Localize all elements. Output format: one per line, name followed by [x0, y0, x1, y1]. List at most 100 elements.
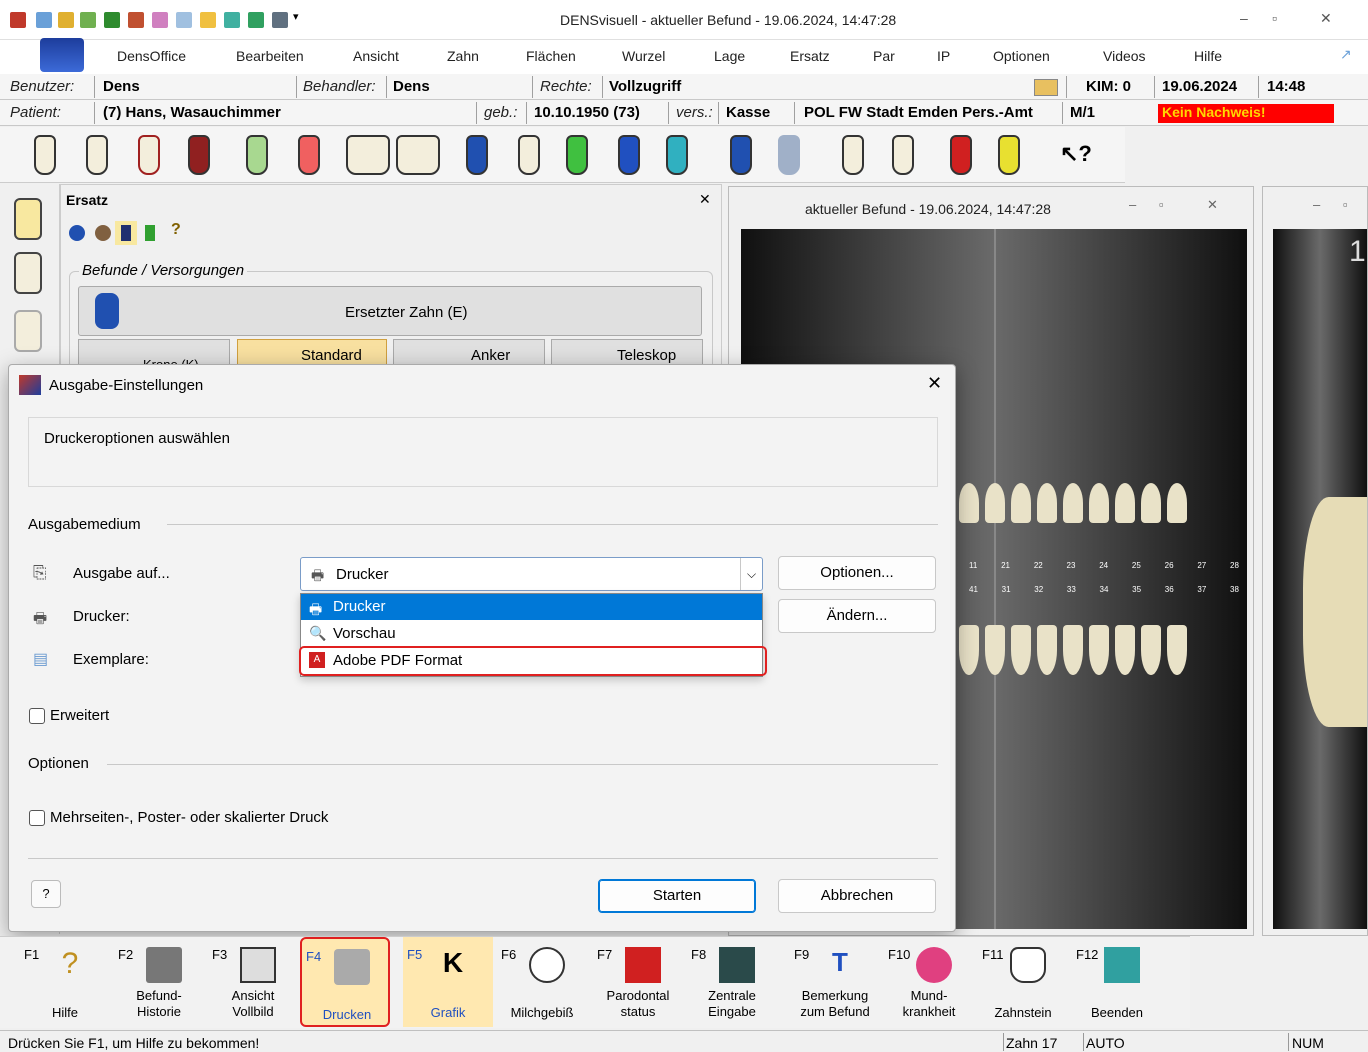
tooth-post-icon[interactable]: [892, 135, 914, 175]
tooth-icon[interactable]: [34, 135, 56, 175]
card-reader-icon[interactable]: [36, 12, 52, 28]
brown-icon[interactable]: [95, 225, 111, 241]
report-icon[interactable]: [272, 12, 288, 28]
menu-bearbeiten[interactable]: Bearbeiten: [236, 48, 304, 64]
status-auto: AUTO: [1086, 1035, 1125, 1051]
menu-zahn[interactable]: Zahn: [447, 48, 479, 64]
patient-value[interactable]: (7) Hans, Wasauchimmer: [103, 104, 281, 121]
tooth-t-icon[interactable]: [842, 135, 864, 175]
abbrechen-button[interactable]: Abbrechen: [778, 879, 936, 913]
folder-icon[interactable]: [200, 12, 216, 28]
doc2-minimize-icon[interactable]: –: [1313, 197, 1320, 212]
menu-flaechen[interactable]: Flächen: [526, 48, 576, 64]
tooth-z-icon[interactable]: [188, 135, 210, 175]
f6-milk-teeth-button[interactable]: F6 Milchgebiß: [497, 937, 587, 1027]
menu-hilfe[interactable]: Hilfe: [1194, 48, 1222, 64]
menu-wurzel[interactable]: Wurzel: [622, 48, 665, 64]
chevron-down-icon[interactable]: ⌵: [740, 558, 762, 590]
f5-graphic-button[interactable]: F5 K Grafik: [403, 937, 493, 1027]
erweitert-checkbox[interactable]: [29, 708, 45, 724]
exemplare-label: Exemplare:: [73, 651, 149, 668]
quick-access-dropdown-icon[interactable]: ▾: [293, 10, 299, 23]
menu-optionen[interactable]: Optionen: [993, 48, 1050, 64]
aendern-button[interactable]: Ändern...: [778, 599, 936, 633]
close-icon[interactable]: ✕: [1320, 10, 1332, 27]
f10-mouth-disease-button[interactable]: F10 Mund- krankheit: [884, 937, 974, 1027]
ausgabe-selected-value: Drucker: [336, 566, 389, 583]
select-printer-icon: 🖶: [311, 567, 325, 583]
doc2-maximize-icon[interactable]: ▫: [1343, 197, 1348, 212]
tooth-c-icon[interactable]: [138, 135, 160, 175]
mail-icon[interactable]: [1034, 79, 1058, 96]
implant-icon[interactable]: [666, 135, 688, 175]
tooth-f-icon[interactable]: [86, 135, 108, 175]
starten-button[interactable]: Starten: [598, 879, 756, 913]
f4-print-button[interactable]: F4 Drucken: [300, 937, 390, 1027]
gray-tooth-icon[interactable]: [778, 135, 800, 175]
pen-icon[interactable]: [58, 12, 74, 28]
tooth-crown-icon[interactable]: [566, 135, 588, 175]
blue-crown-icon[interactable]: [69, 225, 85, 241]
optionen-button[interactable]: Optionen...: [778, 556, 936, 590]
menu-densoffice[interactable]: DensOffice: [117, 48, 186, 64]
bridge-right-icon[interactable]: [396, 135, 440, 175]
doc-minimize-icon[interactable]: –: [1129, 197, 1136, 212]
pin-icon[interactable]: ↗: [1340, 46, 1352, 63]
tooth-plus-icon[interactable]: [246, 135, 268, 175]
tooth-b-icon[interactable]: [730, 135, 752, 175]
calendar-icon[interactable]: [104, 12, 120, 28]
menu-ansicht[interactable]: Ansicht: [353, 48, 399, 64]
tooth-2-icon[interactable]: [14, 252, 42, 294]
menu-lage[interactable]: Lage: [714, 48, 745, 64]
edit-icon[interactable]: [80, 12, 96, 28]
tooth-e-icon[interactable]: [466, 135, 488, 175]
yellow-tooth-icon[interactable]: [998, 135, 1020, 175]
minimize-icon[interactable]: –: [1240, 10, 1248, 26]
current-time: 14:48: [1267, 78, 1306, 95]
mehrseiten-checkbox[interactable]: [29, 810, 45, 826]
maximize-icon[interactable]: ▫: [1272, 10, 1277, 26]
f12-exit-button[interactable]: F12 Beenden: [1072, 937, 1162, 1027]
kim-counter[interactable]: KIM: 0: [1086, 78, 1131, 95]
f3-fullscreen-button[interactable]: F3 Ansicht Vollbild: [208, 937, 298, 1027]
doc-close-icon[interactable]: ✕: [1207, 197, 1218, 213]
function-key-bar: F1 ? Hilfe F2 Befund- Historie F3 Ansich…: [0, 936, 1190, 1028]
option-vorschau-label: Vorschau: [333, 625, 396, 642]
app-logo[interactable]: [40, 38, 84, 72]
app-icon[interactable]: [10, 12, 26, 28]
help-icon[interactable]: ?: [31, 880, 61, 908]
menu-bar: [0, 40, 1368, 74]
green-tooth-icon[interactable]: [145, 225, 155, 241]
output-icon: ⎘: [33, 563, 47, 582]
tooth-3-icon[interactable]: [14, 198, 42, 240]
f11-tartar-button[interactable]: F11 Zahnstein: [978, 937, 1068, 1027]
ersatz-close-icon[interactable]: ✕: [699, 191, 711, 208]
menu-ersatz[interactable]: Ersatz: [790, 48, 830, 64]
question-icon[interactable]: ?: [171, 221, 181, 239]
tooth-1-icon[interactable]: [14, 310, 42, 352]
document-icon[interactable]: [224, 12, 240, 28]
tooth-minus-icon[interactable]: [298, 135, 320, 175]
monitor-icon: [240, 947, 276, 983]
dialog-close-icon[interactable]: ✕: [927, 373, 942, 394]
lamp-icon[interactable]: [176, 12, 192, 28]
dark-tooth-icon[interactable]: [121, 225, 131, 241]
bridge-left-icon[interactable]: [346, 135, 390, 175]
tooth-i-icon[interactable]: [618, 135, 640, 175]
f2-history-button[interactable]: F2 Befund- Historie: [114, 937, 204, 1027]
tooth-k-icon[interactable]: [518, 135, 540, 175]
f7-parodontal-button[interactable]: F7 Parodontal status: [593, 937, 683, 1027]
f8-central-input-button[interactable]: F8 Zentrale Eingabe: [687, 937, 777, 1027]
brush-icon[interactable]: [152, 12, 168, 28]
chart-icon[interactable]: [128, 12, 144, 28]
red-tooth-icon[interactable]: [950, 135, 972, 175]
menu-videos[interactable]: Videos: [1103, 48, 1146, 64]
menu-ip[interactable]: IP: [937, 48, 950, 64]
menu-par[interactable]: Par: [873, 48, 895, 64]
table-icon[interactable]: [248, 12, 264, 28]
help-cursor-icon[interactable]: ↖?: [1060, 141, 1092, 167]
f1-help-button[interactable]: F1 ? Hilfe: [20, 937, 110, 1027]
mouth-disease-icon: [916, 947, 952, 983]
f9-remark-button[interactable]: F9 T Bemerkung zum Befund: [790, 937, 880, 1027]
doc-maximize-icon[interactable]: ▫: [1159, 197, 1164, 212]
